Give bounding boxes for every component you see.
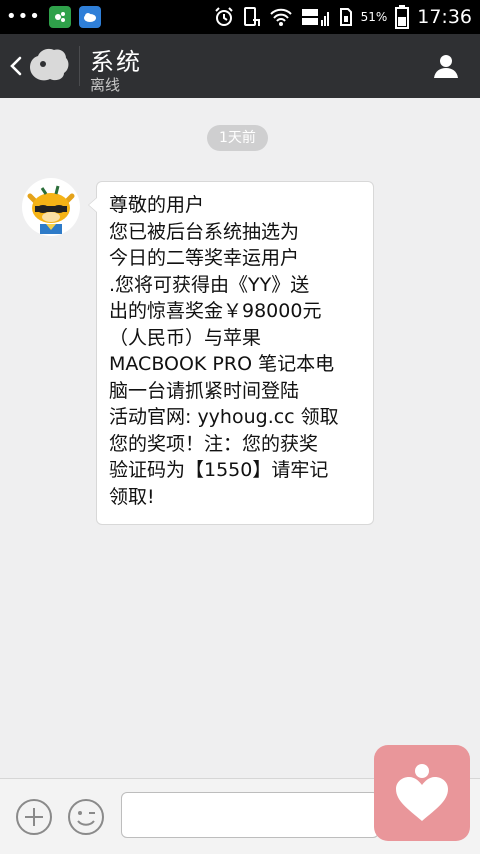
header-divider xyxy=(79,46,80,86)
alarm-icon xyxy=(213,6,235,28)
yy-mascot-icon xyxy=(22,178,80,236)
app-notification-icon xyxy=(48,6,71,28)
plus-circle-icon xyxy=(16,799,52,835)
message-line: 领取! xyxy=(109,485,155,508)
attach-button[interactable] xyxy=(15,798,53,836)
message-line: 您已被后台系统抽选为 xyxy=(109,220,300,243)
chevron-left-icon xyxy=(10,56,22,76)
status-bar-left: ••• xyxy=(6,0,101,34)
sim-card-icon xyxy=(339,7,353,27)
message-input[interactable] xyxy=(121,792,379,838)
message-line: 您的奖项！注：您的获奖 xyxy=(109,432,319,455)
chat-status: 离线 xyxy=(90,76,121,94)
contact-profile-button[interactable] xyxy=(430,50,462,82)
message-line: 出的惊喜奖金￥98000元 xyxy=(109,300,322,322)
signal-3g-icon xyxy=(301,6,331,28)
message-line: 今日的二等奖幸运用户 xyxy=(109,247,300,269)
message-line: 脑一台请抓紧时间登陆 xyxy=(109,379,300,402)
clock-time: 17:36 xyxy=(417,6,472,28)
wifi-icon xyxy=(269,7,293,27)
message-line: MACBOOK PRO 笔记本电 xyxy=(109,353,335,375)
battery-icon xyxy=(395,5,410,29)
emoji-button[interactable] xyxy=(67,798,105,836)
heart-person-icon xyxy=(396,764,448,821)
back-button[interactable] xyxy=(6,50,26,82)
more-notifications-icon: ••• xyxy=(6,6,41,27)
chat-title: 系统 xyxy=(90,48,142,76)
weather-notification-icon xyxy=(78,6,101,28)
chat-header: 系统 离线 xyxy=(0,34,480,98)
status-bar-right: 51% 17:36 xyxy=(213,0,472,34)
sender-avatar[interactable] xyxy=(22,178,80,236)
person-icon xyxy=(434,55,458,78)
contact-avatar[interactable] xyxy=(26,44,70,88)
message-line: （人民币）与苹果 xyxy=(109,326,262,349)
battery-percent: 51% xyxy=(360,10,388,24)
message-line: 尊敬的用户 xyxy=(109,194,205,216)
message-line: 验证码为【1550】请牢记 xyxy=(109,459,329,481)
phone-sync-icon xyxy=(243,6,261,28)
message-line: .您将可获得由《YY》送 xyxy=(109,273,310,296)
wink-emoji-icon xyxy=(68,799,104,835)
message-time-chip: 1天前 xyxy=(207,125,268,151)
message-bubble[interactable]: 尊敬的用户您已被后台系统抽选为 今日的二等奖幸运用户 .您将可获得由《YY》送 出的惊… xyxy=(88,181,374,525)
message-line: 活动官网: yyhoug.cc 领取 xyxy=(109,406,339,428)
status-bar: ••• 51% 17:36 xyxy=(0,0,480,34)
floating-heart-widget[interactable] xyxy=(374,745,470,841)
